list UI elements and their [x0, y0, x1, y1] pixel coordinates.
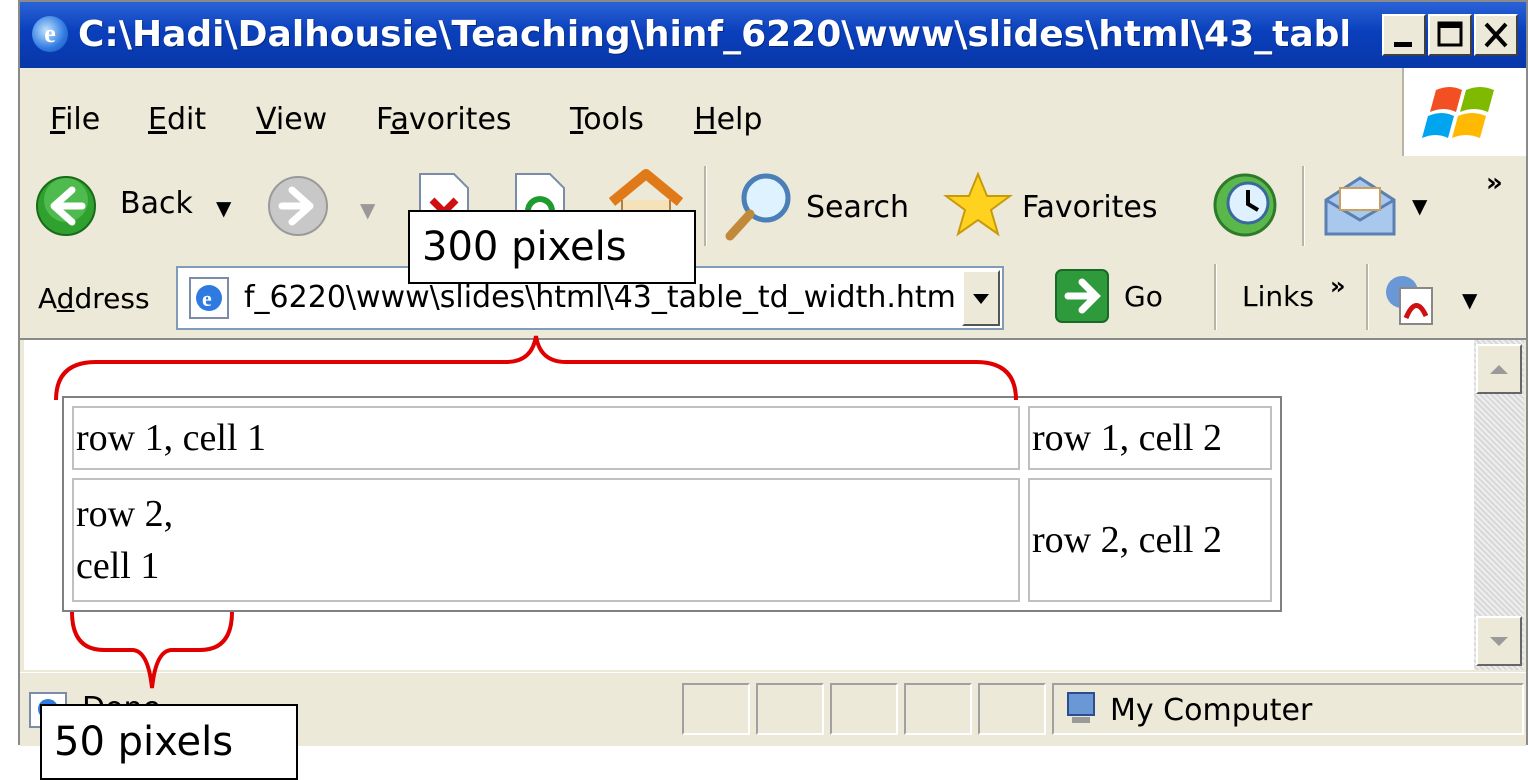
table-cell: row 1, cell 1 — [72, 406, 1020, 470]
status-pane — [756, 683, 824, 735]
cell-line: row 2, — [76, 493, 174, 535]
page-content: row 1, cell 1 row 1, cell 2 row 2, cell 1… — [24, 340, 1474, 670]
standard-toolbar: Back ▼ ▼ Search Favorites ▼ » — [20, 156, 1526, 257]
status-pane — [682, 683, 750, 735]
history-button[interactable] — [1208, 170, 1282, 240]
menu-view[interactable]: View — [256, 102, 327, 137]
width-label-300: 300 pixels — [408, 210, 696, 284]
forward-arrow-icon — [268, 176, 328, 236]
menu-help[interactable]: Help — [694, 102, 762, 137]
scroll-up-button[interactable] — [1476, 344, 1522, 394]
favorites-label: Favorites — [1022, 190, 1158, 225]
minimize-button[interactable] — [1382, 14, 1426, 56]
windows-logo-icon — [1402, 68, 1526, 156]
go-arrow-icon — [1055, 269, 1109, 323]
menu-edit[interactable]: Edit — [148, 102, 206, 137]
status-zone-text: My Computer — [1110, 693, 1313, 728]
forward-button[interactable]: ▼ — [266, 174, 396, 238]
mail-button[interactable]: ▼ — [1318, 170, 1442, 240]
address-label: Address — [38, 282, 150, 315]
browser-window: e C:\Hadi\Dalhousie\Teaching\hinf_6220\w… — [18, 0, 1528, 746]
back-button[interactable]: Back ▼ — [34, 174, 264, 238]
forward-dropdown-icon[interactable]: ▼ — [360, 198, 375, 222]
toolbar-separator — [1302, 166, 1305, 246]
links-label: Links — [1242, 280, 1314, 313]
table-cell: row 2, cell 1 — [72, 478, 1020, 602]
status-pane — [904, 683, 972, 735]
back-arrow-icon — [36, 176, 96, 236]
window-title: C:\Hadi\Dalhousie\Teaching\hinf_6220\www… — [78, 14, 1348, 55]
page-ie-icon: e — [189, 277, 229, 319]
pdf-button[interactable]: ▼ — [1380, 268, 1500, 328]
go-label: Go — [1124, 280, 1163, 313]
address-separator — [1214, 264, 1217, 330]
address-value: f_6220\www\slides\html\43_table_td_width… — [244, 280, 956, 315]
back-label: Back — [120, 186, 193, 221]
address-bar: Address e f_6220\www\slides\html\43_tabl… — [20, 256, 1526, 340]
table-row: row 2, cell 1 row 2, cell 2 — [72, 478, 1272, 602]
mail-envelope-icon — [1324, 176, 1396, 236]
search-button[interactable]: Search — [722, 170, 932, 241]
address-dropdown-button[interactable] — [962, 270, 1000, 326]
width-label-50: 50 pixels — [40, 704, 298, 780]
table-cell: row 1, cell 2 — [1028, 406, 1272, 470]
history-icon — [1213, 173, 1277, 237]
menu-bar: File Edit View Favorites Tools Help — [20, 68, 1526, 157]
menu-favorites[interactable]: Favorites — [376, 102, 512, 137]
status-zone-pane: My Computer — [1052, 683, 1524, 735]
favorites-star-icon — [942, 171, 1014, 237]
search-label: Search — [806, 190, 910, 225]
go-button[interactable]: Go — [1054, 268, 1184, 328]
demo-table: row 1, cell 1 row 1, cell 2 row 2, cell 1… — [62, 396, 1282, 612]
table-cell: row 2, cell 2 — [1028, 478, 1272, 602]
toolbar-overflow-button[interactable]: » — [1486, 168, 1503, 198]
title-bar[interactable]: e C:\Hadi\Dalhousie\Teaching\hinf_6220\w… — [20, 2, 1526, 68]
close-button[interactable] — [1474, 14, 1518, 56]
toolbar-separator — [704, 166, 707, 246]
menu-tools[interactable]: Tools — [570, 102, 644, 137]
my-computer-icon — [1067, 692, 1095, 723]
links-button[interactable]: Links » — [1230, 268, 1360, 328]
back-dropdown-icon[interactable]: ▼ — [216, 196, 231, 220]
links-overflow-icon: » — [1330, 272, 1346, 300]
mail-dropdown-icon[interactable]: ▼ — [1412, 194, 1427, 218]
vertical-scrollbar[interactable] — [1474, 340, 1524, 670]
address-separator — [1366, 264, 1369, 330]
pdf-dropdown-icon[interactable]: ▼ — [1462, 288, 1477, 312]
menu-file[interactable]: File — [50, 102, 100, 137]
status-pane — [978, 683, 1046, 735]
maximize-button[interactable] — [1428, 14, 1472, 56]
search-icon — [725, 173, 791, 241]
svg-text:e: e — [202, 286, 212, 311]
table-row: row 1, cell 1 row 1, cell 2 — [72, 406, 1272, 470]
scroll-down-button[interactable] — [1476, 616, 1522, 666]
ie-icon: e — [32, 16, 68, 52]
status-pane — [830, 683, 898, 735]
favorites-button[interactable]: Favorites — [942, 170, 1192, 240]
cell-line: cell 1 — [76, 545, 160, 587]
pdf-icon — [1386, 276, 1433, 325]
